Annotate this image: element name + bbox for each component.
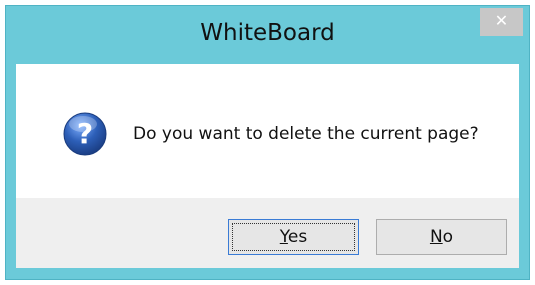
dialog-content: ? Do you want to delete the current page… <box>16 64 519 198</box>
close-button[interactable]: ✕ <box>480 8 523 36</box>
no-label-rest: o <box>442 227 454 247</box>
no-button-label: No <box>430 227 453 247</box>
yes-accelerator: Y <box>279 227 288 247</box>
yes-button-label: Yes <box>280 227 307 247</box>
no-accelerator: N <box>429 227 443 247</box>
title-bar[interactable]: WhiteBoard ✕ <box>6 6 529 64</box>
no-button[interactable]: No <box>376 219 507 255</box>
yes-button[interactable]: Yes <box>228 219 359 255</box>
dialog-message: Do you want to delete the current page? <box>133 124 479 144</box>
dialog-window: WhiteBoard ✕ ? Do you want to delete the… <box>5 5 530 280</box>
svg-text:?: ? <box>77 117 93 150</box>
yes-label-rest: es <box>287 227 308 247</box>
question-icon: ? <box>63 112 107 156</box>
dialog-footer: Yes No <box>16 198 519 268</box>
window-title: WhiteBoard <box>200 20 335 46</box>
close-icon: ✕ <box>494 11 509 30</box>
